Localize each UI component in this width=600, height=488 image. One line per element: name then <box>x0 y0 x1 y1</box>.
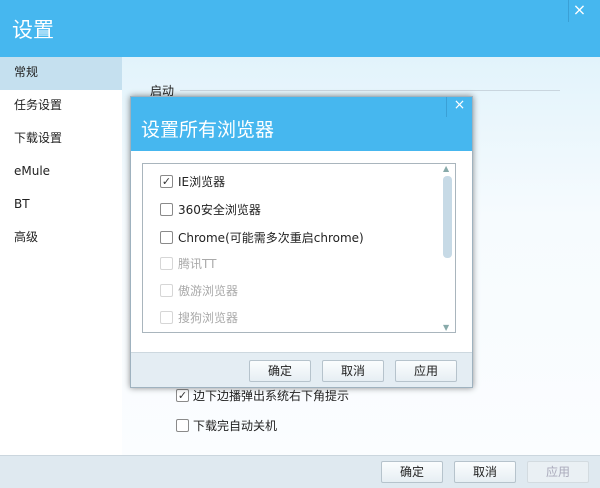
browser-item-tt: 腾讯TT <box>160 255 216 272</box>
browser-settings-dialog: 设置所有浏览器 × ✓ IE浏览器 360安全浏览器 Chrome(可能需多次重启… <box>130 96 473 388</box>
footer-bar: 确定 取消 应用 <box>0 455 600 488</box>
dialog-header: 设置所有浏览器 × <box>131 97 472 151</box>
scroll-up-icon[interactable]: ▲ <box>443 164 449 173</box>
close-icon[interactable]: × <box>446 97 472 117</box>
dialog-ok-button[interactable]: 确定 <box>249 360 311 382</box>
scroll-down-icon[interactable]: ▼ <box>443 323 449 332</box>
sidebar-item-emule[interactable]: eMule <box>0 156 122 189</box>
item-label: 腾讯TT <box>178 257 217 271</box>
checkbox <box>160 311 173 324</box>
sidebar-item-general[interactable]: 常规 <box>0 57 122 90</box>
browser-item-chrome[interactable]: Chrome(可能需多次重启chrome) <box>160 229 364 246</box>
sidebar-item-bt[interactable]: BT <box>0 189 122 222</box>
sidebar-item-advanced[interactable]: 高级 <box>0 222 122 255</box>
checkbox[interactable] <box>160 203 173 216</box>
option-label: 下载完自动关机 <box>193 419 278 433</box>
sidebar-item-download[interactable]: 下载设置 <box>0 123 122 156</box>
browser-item-maxthon: 傲游浏览器 <box>160 282 238 299</box>
dialog-footer: 确定 取消 应用 <box>131 352 472 387</box>
window-title: 设置 <box>12 18 54 42</box>
item-label: 傲游浏览器 <box>178 284 239 298</box>
sidebar: 常规 任务设置 下载设置 eMule BT 高级 <box>0 57 122 455</box>
checkbox[interactable]: ✓ <box>160 175 173 188</box>
browser-item-360[interactable]: 360安全浏览器 <box>160 201 261 218</box>
dialog-cancel-button[interactable]: 取消 <box>322 360 384 382</box>
dialog-title: 设置所有浏览器 <box>141 119 275 141</box>
cancel-button[interactable]: 取消 <box>454 461 516 483</box>
title-bar: 设置 × <box>0 0 600 57</box>
item-label: 360安全浏览器 <box>178 203 261 217</box>
checkbox <box>160 257 173 270</box>
section-divider <box>180 90 560 91</box>
sidebar-item-tasks[interactable]: 任务设置 <box>0 90 122 123</box>
checkbox[interactable] <box>176 419 189 432</box>
checkbox[interactable] <box>160 231 173 244</box>
browser-item-ie[interactable]: ✓ IE浏览器 <box>160 173 225 190</box>
option-label: 边下边播弹出系统右下角提示 <box>193 389 350 403</box>
apply-button[interactable]: 应用 <box>527 461 589 483</box>
close-icon[interactable]: × <box>568 0 590 22</box>
item-label: Chrome(可能需多次重启chrome) <box>178 231 364 245</box>
item-label: 搜狗浏览器 <box>178 311 239 325</box>
checkbox <box>160 284 173 297</box>
dialog-apply-button[interactable]: 应用 <box>395 360 457 382</box>
checkbox[interactable]: ✓ <box>176 389 189 402</box>
ok-button[interactable]: 确定 <box>381 461 443 483</box>
option-auto-shutdown[interactable]: 下载完自动关机 <box>176 417 277 434</box>
browser-list: ✓ IE浏览器 360安全浏览器 Chrome(可能需多次重启chrome) 腾讯… <box>142 163 456 333</box>
option-popup-tip[interactable]: ✓ 边下边播弹出系统右下角提示 <box>176 387 349 404</box>
browser-item-sogou: 搜狗浏览器 <box>160 309 238 326</box>
scrollbar[interactable]: ▲ ▼ <box>441 164 455 332</box>
scrollbar-thumb[interactable] <box>443 176 452 258</box>
item-label: IE浏览器 <box>178 175 226 189</box>
